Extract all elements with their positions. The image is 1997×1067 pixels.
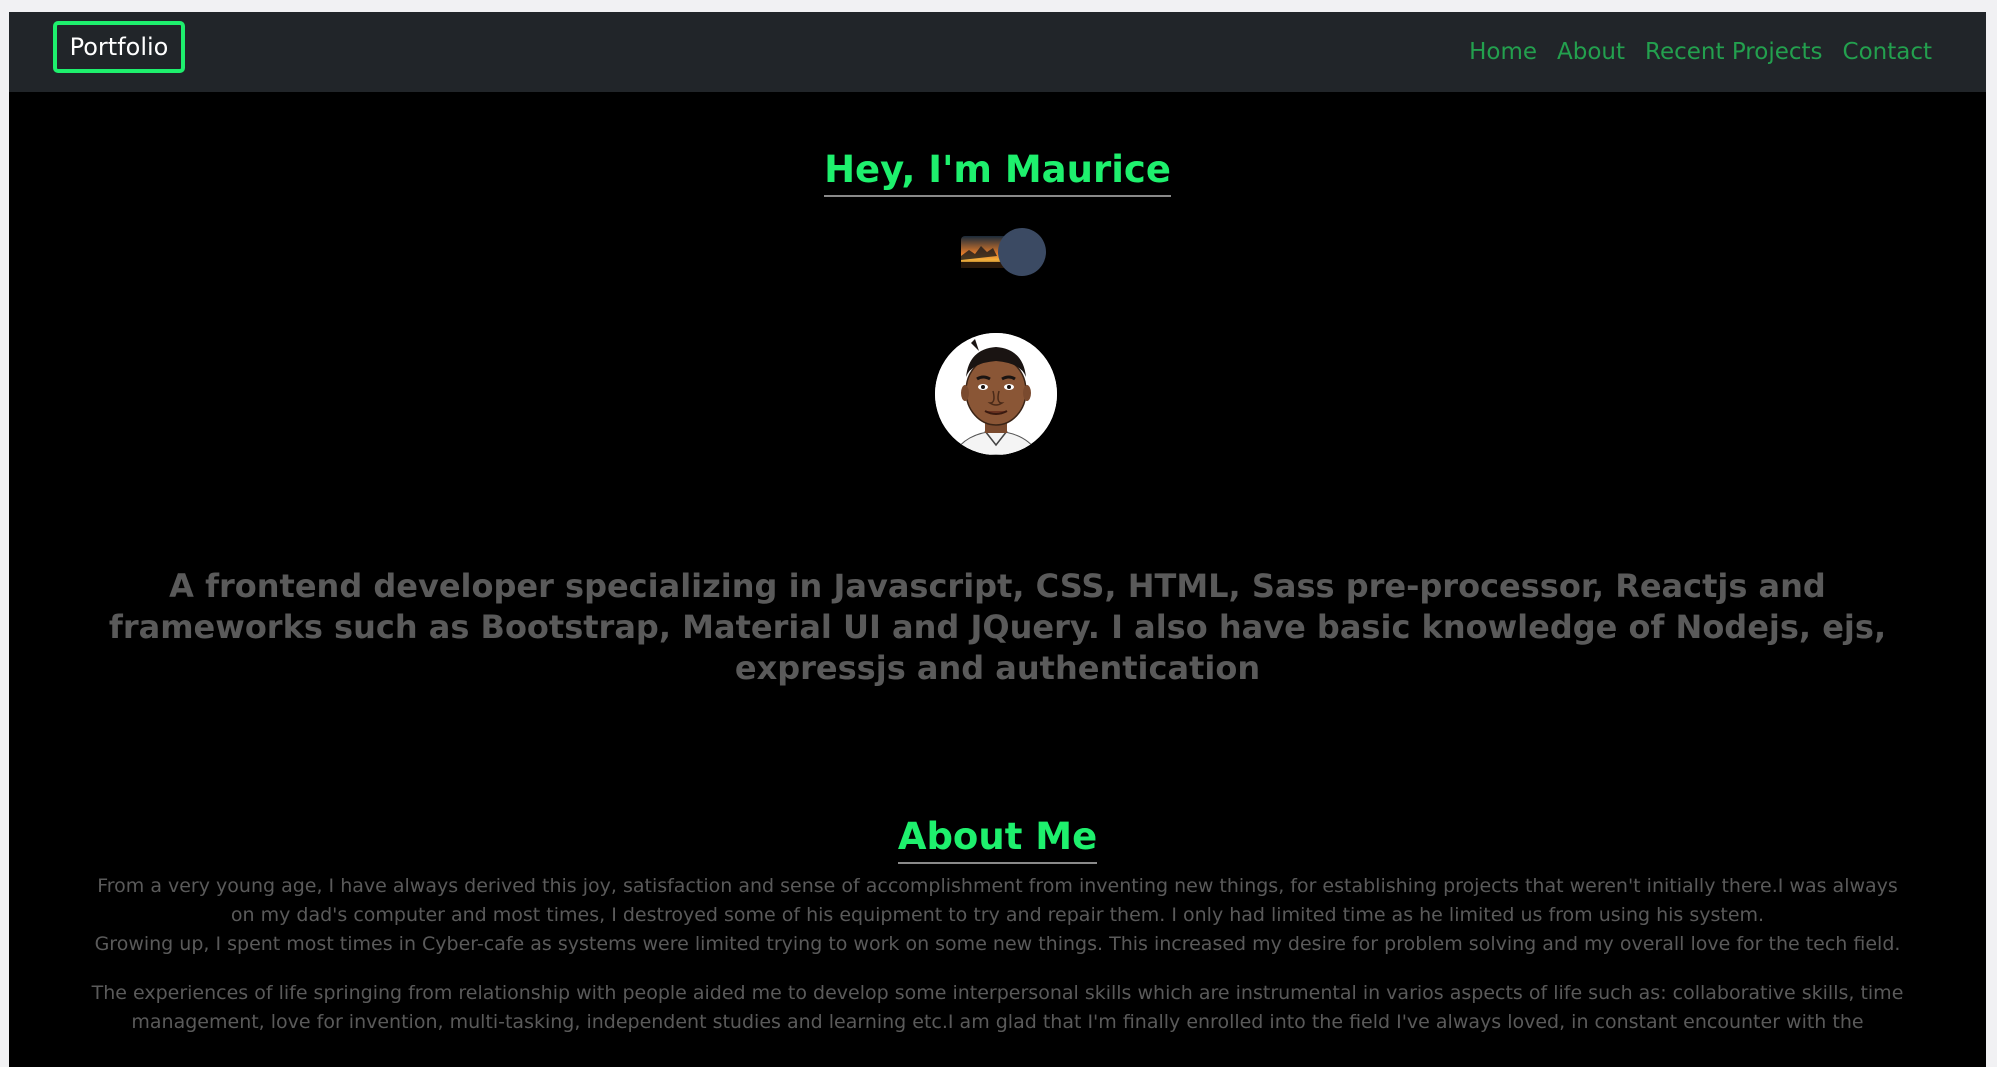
about-title-wrap: About Me xyxy=(9,815,1986,864)
nav-link-contact[interactable]: Contact xyxy=(1843,39,1932,65)
nav-link-recent-projects[interactable]: Recent Projects xyxy=(1645,39,1822,65)
about-paragraph-2: Growing up, I spent most times in Cyber-… xyxy=(94,933,1901,955)
about-body: From a very young age, I have always der… xyxy=(89,872,1906,1037)
nav-link-about[interactable]: About xyxy=(1557,39,1625,65)
brand-logo[interactable]: Portfolio xyxy=(53,21,185,73)
about-paragraph-3: The experiences of life springing from r… xyxy=(91,982,1904,1033)
nav-links: Home About Recent Projects Contact xyxy=(1469,12,1932,92)
hero-tagline: A frontend developer specializing in Jav… xyxy=(108,567,1887,687)
navbar: Portfolio Home About Recent Projects Con… xyxy=(9,12,1986,92)
hero-title-wrap: Hey, I'm Maurice xyxy=(9,148,1986,197)
hero-title: Hey, I'm Maurice xyxy=(824,148,1171,197)
about-paragraph-1: From a very young age, I have always der… xyxy=(97,875,1898,926)
theme-toggle-icon[interactable] xyxy=(957,226,1047,278)
about-title: About Me xyxy=(897,815,1098,864)
avatar xyxy=(935,333,1057,455)
page: Portfolio Home About Recent Projects Con… xyxy=(9,12,1986,1067)
nav-link-home[interactable]: Home xyxy=(1469,39,1537,65)
